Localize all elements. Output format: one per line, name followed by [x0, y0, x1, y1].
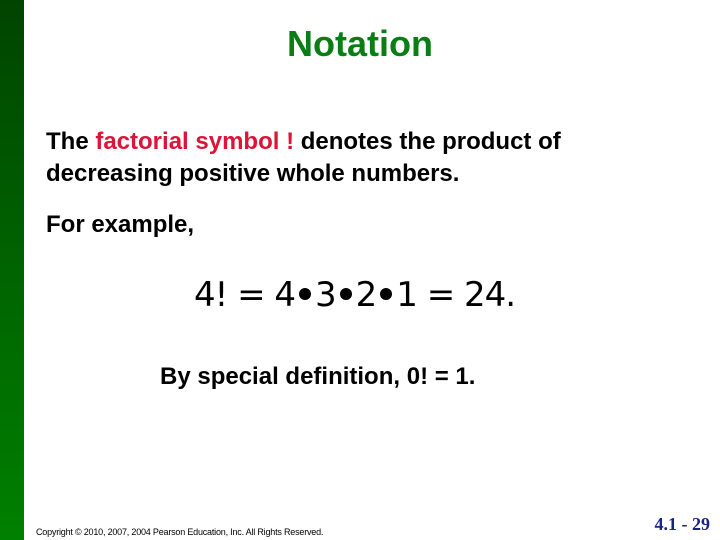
multiply-dot-icon [299, 287, 311, 300]
equation-factor: 2 [355, 275, 378, 315]
equation-result: = 24. [416, 275, 516, 315]
multiply-dot-icon [380, 287, 393, 300]
copyright-notice: Copyright © 2010, 2007, 2004 Pearson Edu… [36, 527, 324, 537]
definition-text: The factorial symbol ! denotes the produ… [46, 126, 686, 190]
equation-lhs: 4! = 4 [194, 275, 296, 315]
definition-prefix: The [46, 128, 96, 155]
example-intro: For example, [46, 211, 195, 238]
side-accent-bar [0, 0, 24, 540]
special-definition: By special definition, 0! = 1. [160, 363, 476, 390]
equation-factor: 1 [396, 275, 418, 315]
slide-number: 4.1 - 29 [654, 514, 711, 534]
definition-highlight: factorial symbol ! [95, 128, 295, 155]
factorial-equation: 4! = 4 321 = 24. [194, 274, 516, 316]
slide-title: Notation [287, 23, 433, 64]
multiply-dot-icon [339, 287, 352, 300]
equation-factor: 3 [315, 275, 337, 315]
